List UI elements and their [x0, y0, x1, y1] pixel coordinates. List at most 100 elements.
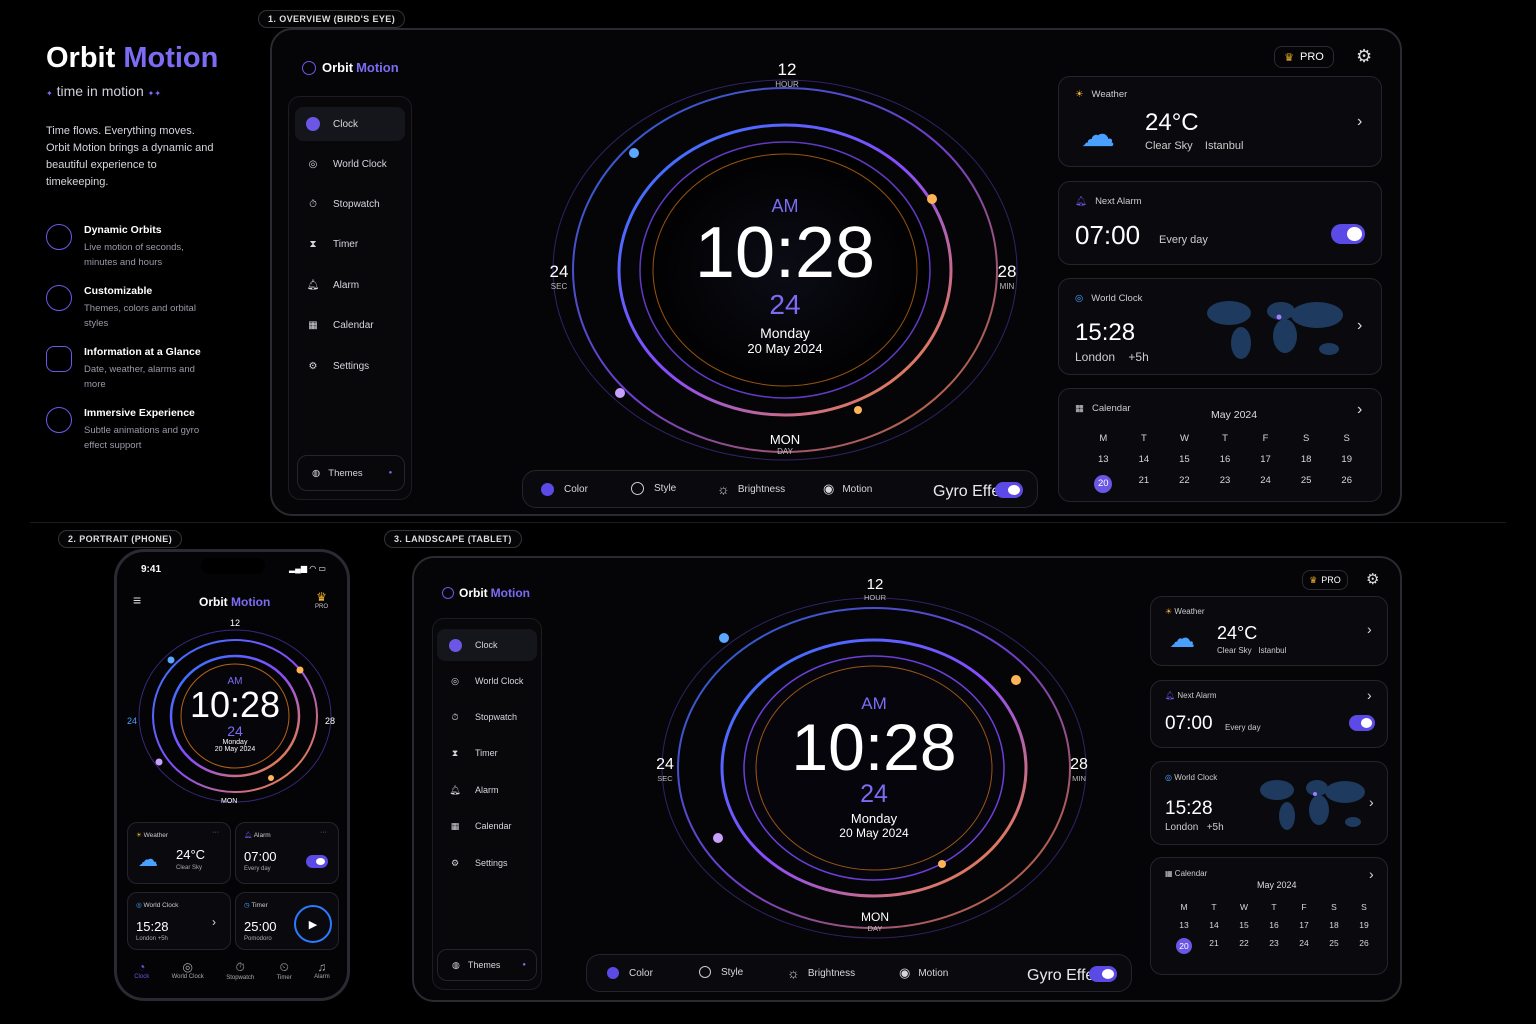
brightness-control[interactable]: ☼ Brightness: [787, 965, 855, 981]
day[interactable]: 23: [1259, 938, 1289, 954]
phone-world-card[interactable]: ◎ World Clock 15:28 London +5h ›: [127, 892, 231, 950]
nav-clock[interactable]: Clock: [437, 629, 537, 661]
nav-world-clock[interactable]: ◎ World Clock: [437, 665, 537, 697]
alarm-toggle[interactable]: [1349, 715, 1375, 731]
day[interactable]: 15: [1164, 454, 1205, 465]
nav-alarm[interactable]: 🔔︎ Alarm: [437, 774, 537, 806]
phone-clock-readout: AM 10:28 24 Monday 20 May 2024: [175, 676, 295, 753]
chevron-right-icon: ›: [1367, 621, 1372, 637]
nav-calendar[interactable]: ▦ Calendar: [295, 308, 405, 342]
style-control[interactable]: Style: [631, 482, 676, 495]
day[interactable]: 17: [1245, 454, 1286, 465]
style-control[interactable]: Style: [699, 966, 743, 978]
phone-timer-card[interactable]: ◷ Timer 25:00 Pomodoro ▶: [235, 892, 339, 950]
phone-weather-card[interactable]: ☀ Weather ··· ☁ 24°C Clear Sky: [127, 822, 231, 884]
weather-card[interactable]: ☀ Weather ☁ 24°C Clear Sky Istanbul ›: [1150, 596, 1388, 666]
tab-timer[interactable]: ⏲ Timer: [277, 960, 292, 994]
day[interactable]: 26: [1349, 938, 1379, 954]
world-clock-card[interactable]: ◎ World Clock 15:28 London +5h ›: [1150, 761, 1388, 845]
motion-control[interactable]: ◉ Motion: [823, 481, 872, 497]
themes-button[interactable]: ◍ Themes ●: [437, 949, 537, 981]
day[interactable]: 21: [1124, 475, 1165, 493]
day[interactable]: 26: [1326, 475, 1367, 493]
tablet-frame: Orbit Motion Clock ◎ World Clock ⏱ Stopwatc…: [412, 556, 1402, 1002]
day[interactable]: 24: [1289, 938, 1319, 954]
nav-label: Calendar: [475, 821, 512, 831]
nav-calendar[interactable]: ▦ Calendar: [437, 810, 537, 842]
nav-settings[interactable]: ⚙ Settings: [295, 349, 405, 383]
feature-title: Dynamic Orbits: [84, 224, 162, 236]
settings-gear-icon[interactable]: ⚙: [1366, 570, 1379, 588]
alarm-toggle[interactable]: [306, 855, 328, 868]
day[interactable]: 15: [1229, 920, 1259, 930]
pro-badge[interactable]: ♛ PRO: [1302, 570, 1348, 590]
pro-label: PRO: [1300, 51, 1324, 63]
weather-cond: Clear Sky: [1217, 646, 1252, 655]
world-time: 15:28: [1165, 798, 1213, 819]
gyro-toggle[interactable]: .t1::after{width:10px;height:10px}: [995, 482, 1023, 498]
day[interactable]: 14: [1124, 454, 1165, 465]
day[interactable]: 25: [1286, 475, 1327, 493]
day[interactable]: 16: [1259, 920, 1289, 930]
color-control[interactable]: Color: [541, 483, 588, 496]
alarm-card[interactable]: 🔔︎ Next Alarm › 07:00 Every day: [1150, 680, 1388, 748]
day[interactable]: 25: [1319, 938, 1349, 954]
day-today[interactable]: 20: [1094, 475, 1113, 493]
nav-stopwatch[interactable]: ⏱ Stopwatch: [295, 187, 405, 221]
clock-top-marker: 12 HOUR: [850, 576, 900, 602]
tab-alarm[interactable]: ♫ Alarm: [314, 960, 330, 994]
day[interactable]: 17: [1289, 920, 1319, 930]
day[interactable]: 22: [1229, 938, 1259, 954]
logo-word-1: Orbit: [199, 595, 228, 609]
palette-icon: ◍: [312, 467, 321, 479]
day[interactable]: 19: [1349, 920, 1379, 930]
day[interactable]: 22: [1164, 475, 1205, 493]
themes-button[interactable]: ◍ Themes ●: [297, 455, 405, 491]
day[interactable]: 21: [1199, 938, 1229, 954]
brightness-control[interactable]: ☼ Brightness: [717, 481, 785, 497]
overview-frame: Orbit Motion Clock ◎ World Clock ⏱ Stopwatc…: [270, 28, 1402, 516]
motion-control[interactable]: ◉ Motion: [899, 965, 948, 981]
cloud-icon: ☁: [1169, 623, 1195, 653]
world-clock-card[interactable]: ◎ World Clock 15:28 London +5h ›: [1058, 278, 1382, 375]
nav-timer[interactable]: ⧗ Timer: [295, 227, 405, 261]
gyro-toggle[interactable]: [1089, 966, 1117, 982]
weather-card[interactable]: ☀ Weather ☁ 24°C Clear Sky Istanbul ›: [1058, 76, 1382, 167]
day[interactable]: 18: [1319, 920, 1349, 930]
more-icon[interactable]: ···: [320, 829, 327, 836]
phone-alarm-card[interactable]: 🔔︎ Alarm ··· 07:00 Every day: [235, 822, 339, 884]
alarm-card[interactable]: 🔔︎ Next Alarm 07:00 Every day: [1058, 181, 1382, 265]
settings-gear-icon[interactable]: ⚙: [1356, 46, 1372, 67]
day[interactable]: 16: [1205, 454, 1246, 465]
day-today[interactable]: 20: [1176, 938, 1192, 954]
day[interactable]: 13: [1083, 454, 1124, 465]
control-label: Color: [629, 967, 653, 979]
day[interactable]: 23: [1205, 475, 1246, 493]
gear-icon: ⚙: [308, 360, 318, 372]
play-button[interactable]: ▶: [294, 905, 332, 943]
more-icon[interactable]: ···: [212, 829, 219, 836]
tab-stopwatch[interactable]: ⏱ Stopwatch: [226, 960, 254, 994]
day[interactable]: 14: [1199, 920, 1229, 930]
pro-badge[interactable]: ♛ PRO: [1274, 46, 1334, 68]
alarm-toggle[interactable]: [1331, 224, 1365, 244]
day[interactable]: 19: [1326, 454, 1367, 465]
calendar-month: May 2024: [1211, 409, 1258, 421]
color-control[interactable]: Color: [607, 967, 653, 979]
hamburger-icon[interactable]: ≡: [133, 592, 141, 608]
day[interactable]: 18: [1286, 454, 1327, 465]
nav-alarm[interactable]: 🔔︎ Alarm: [295, 268, 405, 302]
calendar-card[interactable]: ▦ Calendar May 2024 › MTWTFSS 13 14 15 16 17 1…: [1058, 388, 1382, 502]
tab-world-clock[interactable]: ◎ World Clock: [172, 960, 204, 994]
pro-badge[interactable]: ♛ PRO: [315, 590, 328, 610]
calendar-card[interactable]: ▦ Calendar May 2024 › M T W T F S S 13 14 15 16 17…: [1150, 857, 1388, 975]
dynamic-island: [201, 558, 265, 574]
tab-clock[interactable]: ◔ Clock: [134, 960, 149, 994]
nav-stopwatch[interactable]: ⏱ Stopwatch: [437, 701, 537, 733]
day[interactable]: 13: [1169, 920, 1199, 930]
nav-settings[interactable]: ⚙ Settings: [437, 847, 537, 879]
day[interactable]: 24: [1245, 475, 1286, 493]
nav-world-clock[interactable]: ◎ World Clock: [295, 147, 405, 181]
nav-clock[interactable]: Clock: [295, 107, 405, 141]
nav-timer[interactable]: ⧗ Timer: [437, 737, 537, 769]
